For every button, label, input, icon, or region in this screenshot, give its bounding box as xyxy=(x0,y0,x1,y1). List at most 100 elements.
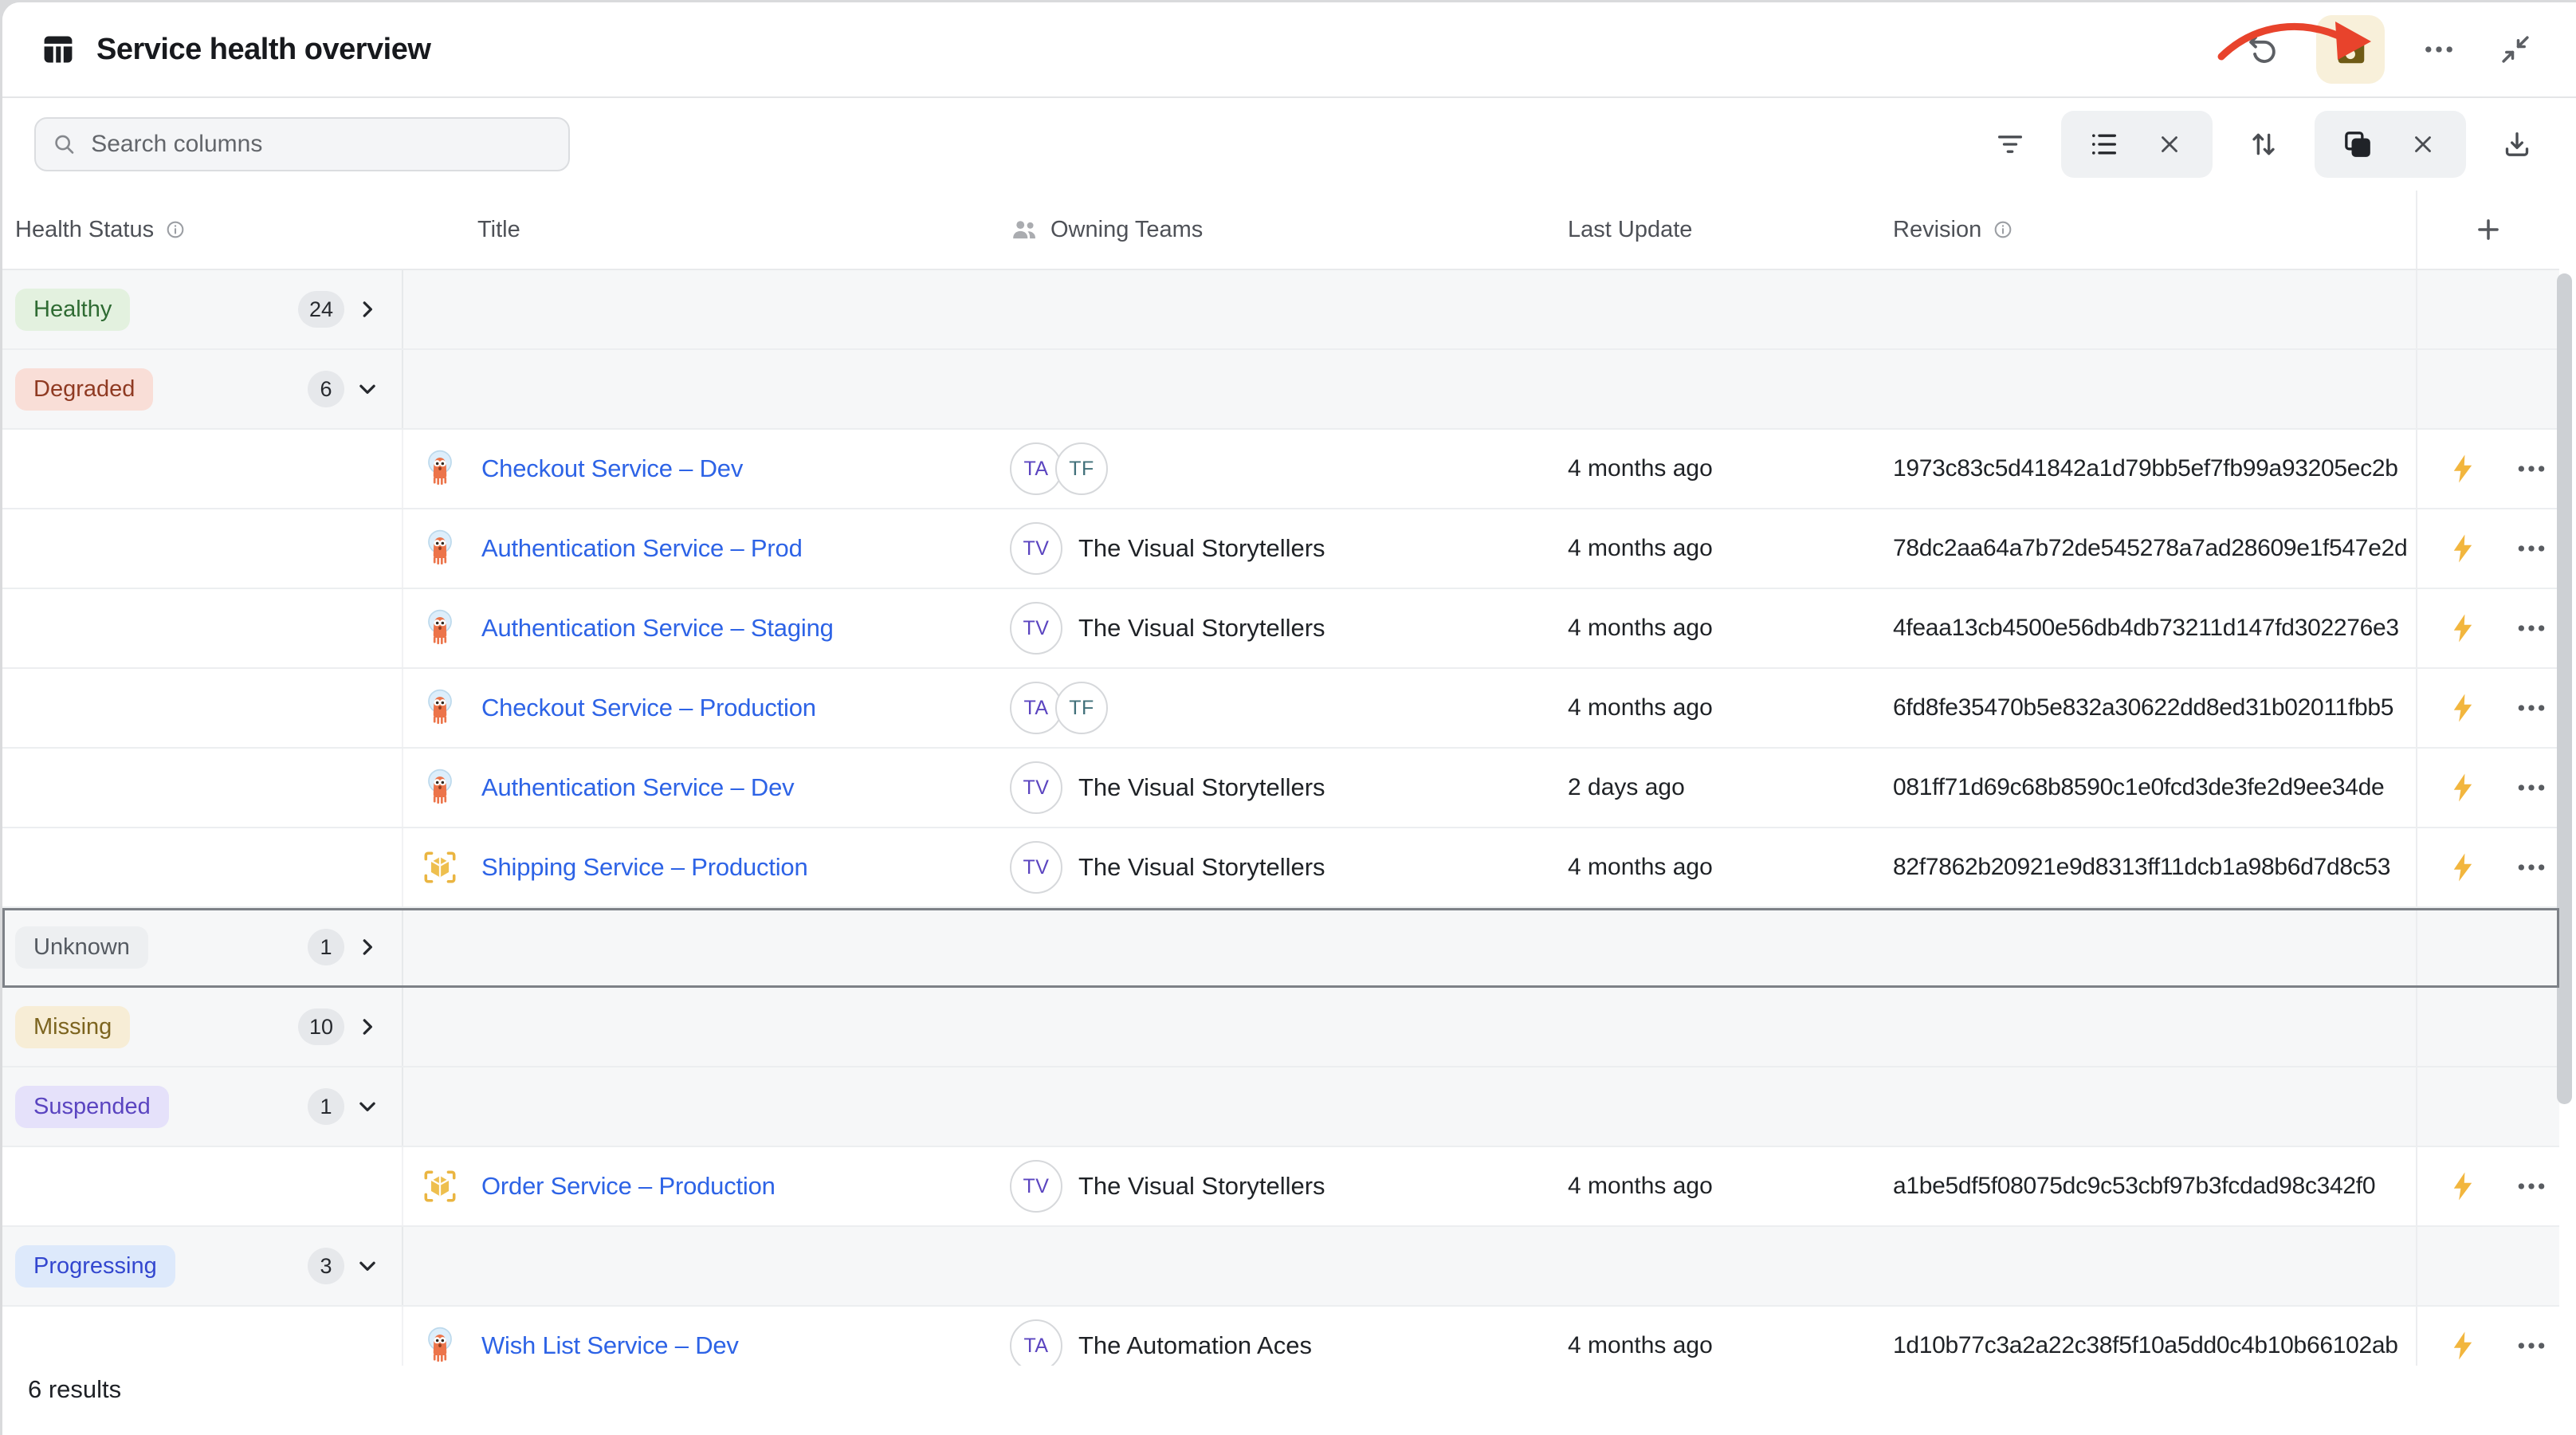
chevron-right-icon[interactable] xyxy=(355,1015,379,1039)
revision-cell xyxy=(1867,350,2417,428)
group-row-unknown[interactable]: Unknown1 xyxy=(2,908,2559,988)
last-update-cell: 4 months ago xyxy=(1549,1147,1867,1225)
row-actions-menu-button[interactable] xyxy=(2513,610,2550,647)
entity-title-link[interactable]: Checkout Service – Production xyxy=(481,694,816,722)
view-list-chip xyxy=(2061,111,2213,178)
column-label: Owning Teams xyxy=(1050,217,1203,243)
entity-row[interactable]: Authentication Service – StagingTVThe Vi… xyxy=(2,589,2559,669)
chevron-down-icon[interactable] xyxy=(355,1254,379,1278)
entity-title-link[interactable]: Shipping Service – Production xyxy=(481,853,808,882)
chevron-down-icon[interactable] xyxy=(355,377,379,401)
column-header-title[interactable]: Title xyxy=(403,191,984,269)
entity-title-link[interactable]: Authentication Service – Prod xyxy=(481,534,803,563)
add-column-button[interactable] xyxy=(2473,214,2503,245)
quick-action-button[interactable] xyxy=(2446,851,2480,884)
entity-row[interactable]: Order Service – ProductionTVThe Visual S… xyxy=(2,1147,2559,1227)
row-actions-menu-button[interactable] xyxy=(2513,1168,2550,1205)
chevron-right-icon[interactable] xyxy=(355,297,379,321)
group-row-healthy[interactable]: Healthy24 xyxy=(2,270,2559,350)
entity-title-link[interactable]: Order Service – Production xyxy=(481,1172,776,1201)
save-view-button[interactable] xyxy=(2316,15,2385,84)
row-actions-menu-button[interactable] xyxy=(2513,530,2550,567)
last-update-text: 4 months ago xyxy=(1568,854,1713,881)
group-row-degraded[interactable]: Degraded6 xyxy=(2,350,2559,430)
entity-row[interactable]: Authentication Service – DevTVThe Visual… xyxy=(2,749,2559,828)
last-update-cell xyxy=(1549,988,1867,1066)
download-button[interactable] xyxy=(2495,122,2539,167)
info-icon[interactable] xyxy=(1993,219,2013,240)
actions-cell xyxy=(2417,669,2559,747)
chevron-right-icon[interactable] xyxy=(355,935,379,959)
column-header-revision[interactable]: Revision xyxy=(1867,191,2417,269)
actions-cell xyxy=(2417,270,2559,348)
quick-action-button[interactable] xyxy=(2446,1170,2480,1203)
actions-cell xyxy=(2417,1227,2559,1305)
sort-button[interactable] xyxy=(2241,122,2286,167)
entity-row[interactable]: Shipping Service – Production TV The Visua… xyxy=(2,828,2559,908)
entity-title-link[interactable]: Authentication Service – Dev xyxy=(481,773,794,802)
entity-row[interactable]: Checkout Service – DevTATF4 months ago19… xyxy=(2,430,2559,509)
toolbar-actions xyxy=(1988,111,2539,178)
entity-row[interactable]: Checkout Service – Production TATF4 month… xyxy=(2,669,2559,749)
list-view-button[interactable] xyxy=(2082,122,2126,167)
group-row-missing[interactable]: Missing10 xyxy=(2,988,2559,1067)
last-update-cell: 4 months ago xyxy=(1549,669,1867,747)
quick-action-button[interactable] xyxy=(2446,771,2480,804)
owning-teams-cell: TATF xyxy=(984,669,1549,747)
quick-action-button[interactable] xyxy=(2446,691,2480,725)
row-actions-menu-button[interactable] xyxy=(2513,1327,2550,1364)
quick-action-button[interactable] xyxy=(2446,532,2480,565)
cube-service-icon xyxy=(420,847,460,887)
team-name: The Visual Storytellers xyxy=(1078,614,1325,643)
more-options-button[interactable] xyxy=(2417,27,2461,72)
clear-group-by-button[interactable] xyxy=(2401,122,2445,167)
group-by-button[interactable] xyxy=(2335,122,2380,167)
quick-action-button[interactable] xyxy=(2446,1329,2480,1362)
plus-icon xyxy=(2473,214,2503,245)
title-cell: Authentication Service – Staging xyxy=(403,589,984,667)
collapse-widget-button[interactable] xyxy=(2493,27,2538,72)
revision-hash: a1be5df5f08075dc9c53cbf97b3fcdad98c342f0 xyxy=(1893,1173,2375,1200)
undo-button[interactable] xyxy=(2240,27,2284,72)
entity-row[interactable]: Wish List Service – DevTAThe Automation … xyxy=(2,1307,2559,1366)
info-icon[interactable] xyxy=(165,219,186,240)
lightning-icon xyxy=(2446,452,2480,486)
entity-title-link[interactable]: Authentication Service – Staging xyxy=(481,614,834,643)
column-header-health-status[interactable]: Health Status xyxy=(2,191,403,269)
entity-title-link[interactable]: Checkout Service – Dev xyxy=(481,454,743,483)
last-update-cell: 4 months ago xyxy=(1549,589,1867,667)
health-status-cell xyxy=(2,1307,403,1366)
row-actions-menu-button[interactable] xyxy=(2513,450,2550,487)
team-avatar: TV xyxy=(1010,841,1062,894)
status-badge: Unknown xyxy=(15,926,148,969)
octopus-service-icon xyxy=(420,1326,460,1366)
row-actions-menu-button[interactable] xyxy=(2513,769,2550,806)
column-header-owning-teams[interactable]: Owning Teams xyxy=(984,191,1549,269)
quick-action-button[interactable] xyxy=(2446,452,2480,486)
ellipsis-icon xyxy=(2513,450,2550,487)
ellipsis-icon xyxy=(2513,1168,2550,1205)
quick-action-button[interactable] xyxy=(2446,611,2480,645)
owning-teams-cell: TV The Visual Storytellers xyxy=(984,828,1549,906)
team-avatar: TF xyxy=(1055,682,1108,734)
row-actions-menu-button[interactable] xyxy=(2513,849,2550,886)
octopus-service-icon xyxy=(420,529,460,568)
revision-hash: 1973c83c5d41842a1d79bb5ef7fb99a93205ec2b xyxy=(1893,455,2398,482)
column-header-last-update[interactable]: Last Update xyxy=(1549,191,1867,269)
team-name: The Visual Storytellers xyxy=(1078,853,1325,882)
clear-list-view-button[interactable] xyxy=(2147,122,2192,167)
group-row-progressing[interactable]: Progressing3 xyxy=(2,1227,2559,1307)
title-cell xyxy=(403,270,984,348)
entity-title-link[interactable]: Wish List Service – Dev xyxy=(481,1331,739,1360)
search-columns-input[interactable] xyxy=(89,130,552,159)
title-cell: Checkout Service – Production xyxy=(403,669,984,747)
row-actions-menu-button[interactable] xyxy=(2513,690,2550,726)
search-columns-box[interactable] xyxy=(34,117,570,171)
chevron-down-icon[interactable] xyxy=(355,1095,379,1119)
filter-button[interactable] xyxy=(1988,122,2032,167)
list-view-icon xyxy=(2088,128,2120,160)
actions-cell xyxy=(2417,908,2559,986)
group-row-suspended[interactable]: Suspended1 xyxy=(2,1067,2559,1147)
actions-cell xyxy=(2417,1067,2559,1146)
entity-row[interactable]: Authentication Service – ProdTVThe Visua… xyxy=(2,509,2559,589)
